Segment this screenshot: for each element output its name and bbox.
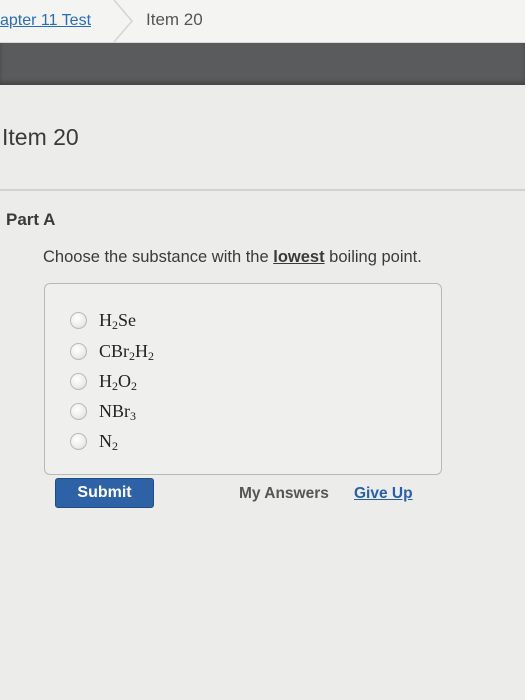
breadcrumb-current-item: Item 20 xyxy=(146,10,203,29)
header-toolbar xyxy=(0,43,525,85)
choice-formula: H2O2 xyxy=(99,370,137,393)
submit-button[interactable]: Submit xyxy=(55,478,154,508)
radio-button[interactable] xyxy=(70,402,87,420)
breadcrumb-link-chapter-test[interactable]: apter 11 Test xyxy=(0,12,91,30)
breadcrumb: apter 11 Test Item 20 xyxy=(0,0,525,43)
choice-option[interactable]: CBr2H2 xyxy=(70,338,154,364)
radio-button[interactable] xyxy=(70,342,87,360)
question-text-start: Choose the substance with the xyxy=(43,248,274,266)
radio-button[interactable] xyxy=(70,432,87,450)
breadcrumb-separator-icon xyxy=(113,0,133,42)
choice-option[interactable]: H2Se xyxy=(70,307,136,333)
choice-formula: CBr2H2 xyxy=(99,340,155,363)
question-text: Choose the substance with the lowest boi… xyxy=(43,248,422,267)
question-emphasis: lowest xyxy=(273,248,325,266)
choice-formula: N2 xyxy=(99,430,118,453)
choice-option[interactable]: H2O2 xyxy=(70,368,137,394)
give-up-link[interactable]: Give Up xyxy=(354,485,413,503)
radio-button[interactable] xyxy=(70,311,87,329)
radio-button[interactable] xyxy=(70,372,87,390)
choice-option[interactable]: N2 xyxy=(70,428,118,454)
part-title: Part A xyxy=(6,210,56,229)
my-answers-label: My Answers xyxy=(239,485,329,502)
choice-formula: H2Se xyxy=(99,309,136,332)
question-text-end: boiling point. xyxy=(324,248,422,266)
choice-formula: NBr3 xyxy=(99,400,136,423)
page-title: Item 20 xyxy=(2,124,79,150)
choice-option[interactable]: NBr3 xyxy=(70,398,136,424)
divider xyxy=(0,189,525,191)
